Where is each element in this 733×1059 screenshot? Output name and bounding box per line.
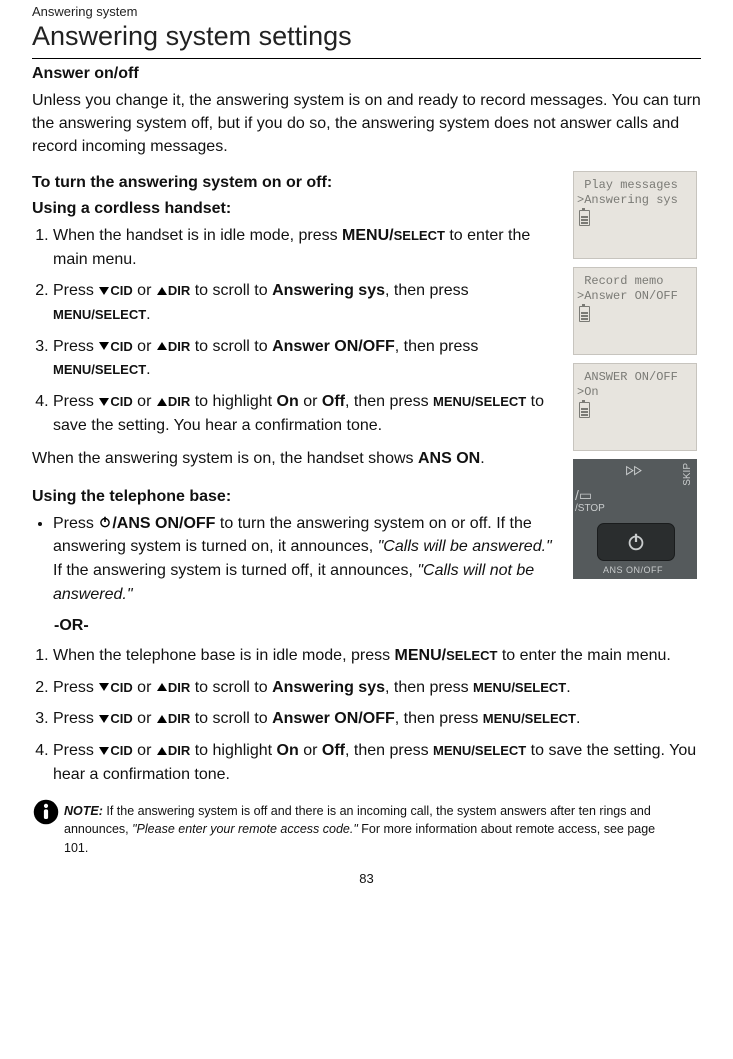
separator — [32, 58, 701, 59]
right-column: Play messages >Answering sys Record memo… — [573, 169, 701, 579]
handset-step-2: Press CID or DIR to scroll to Answering … — [53, 279, 563, 326]
subsection-turn-on-off: To turn the answering system on or off: — [32, 171, 563, 195]
lcd-screen-1: Play messages >Answering sys — [573, 171, 697, 259]
down-arrow-icon — [99, 342, 109, 350]
skip-label: SKIP — [682, 463, 693, 486]
up-arrow-icon — [157, 683, 167, 691]
lcd-screen-3: ANSWER ON/OFF >On — [573, 363, 697, 451]
base-step-3: Press CID or DIR to scroll to Answer ON/… — [53, 707, 701, 731]
stop-label: /STOP — [575, 503, 605, 514]
subsection-cordless-handset: Using a cordless handset: — [32, 197, 563, 221]
base-step-2: Press CID or DIR to scroll to Answering … — [53, 676, 701, 700]
lcd-line: Play messages — [577, 178, 693, 194]
ans-on-off-label: ANS ON/OFF — [603, 565, 663, 575]
base-bullet-item: Press /ANS ON/OFF to turn the answering … — [53, 512, 563, 607]
fast-forward-icon — [625, 465, 649, 479]
lcd-screen-2: Record memo >Answer ON/OFF — [573, 267, 697, 355]
base-step-1: When the telephone base is in idle mode,… — [53, 644, 701, 668]
breadcrumb: Answering system — [32, 4, 701, 19]
handset-steps: When the handset is in idle mode, press … — [32, 224, 563, 437]
handset-followup: When the answering system is on, the han… — [32, 447, 563, 471]
up-arrow-icon — [157, 747, 167, 755]
slash-stop-icon: /▭ — [575, 487, 592, 504]
info-icon — [32, 798, 60, 826]
or-separator: -OR- — [54, 614, 701, 638]
power-icon — [98, 513, 112, 527]
base-step-4: Press CID or DIR to highlight On or Off,… — [53, 739, 701, 786]
intro-paragraph: Unless you change it, the answering syst… — [32, 89, 701, 159]
note-text: NOTE: If the answering system is off and… — [64, 802, 701, 856]
lcd-line: Record memo — [577, 274, 693, 290]
phone-base-photo: SKIP /▭ /STOP ANS ON/OFF — [573, 459, 697, 579]
down-arrow-icon — [99, 715, 109, 723]
handset-step-3: Press CID or DIR to scroll to Answer ON/… — [53, 335, 563, 382]
note-block: NOTE: If the answering system is off and… — [32, 802, 701, 856]
up-arrow-icon — [157, 287, 167, 295]
down-arrow-icon — [99, 747, 109, 755]
lcd-line: >On — [577, 385, 693, 401]
ans-on-off-button — [597, 523, 675, 561]
base-steps: When the telephone base is in idle mode,… — [32, 644, 701, 786]
down-arrow-icon — [99, 683, 109, 691]
page-title: Answering system settings — [32, 21, 701, 52]
up-arrow-icon — [157, 398, 167, 406]
section-heading: Answer on/off — [32, 65, 701, 83]
down-arrow-icon — [99, 398, 109, 406]
battery-icon — [579, 306, 590, 322]
up-arrow-icon — [157, 342, 167, 350]
battery-icon — [579, 402, 590, 418]
handset-step-1: When the handset is in idle mode, press … — [53, 224, 563, 271]
page-number: 83 — [32, 871, 701, 886]
lcd-line: >Answer ON/OFF — [577, 289, 693, 305]
up-arrow-icon — [157, 715, 167, 723]
battery-icon — [579, 210, 590, 226]
handset-step-4: Press CID or DIR to highlight On or Off,… — [53, 390, 563, 437]
down-arrow-icon — [99, 287, 109, 295]
lcd-line: ANSWER ON/OFF — [577, 370, 693, 386]
subsection-telephone-base: Using the telephone base: — [32, 485, 563, 509]
base-bullet: Press /ANS ON/OFF to turn the answering … — [32, 512, 563, 607]
lcd-line: >Answering sys — [577, 193, 693, 209]
